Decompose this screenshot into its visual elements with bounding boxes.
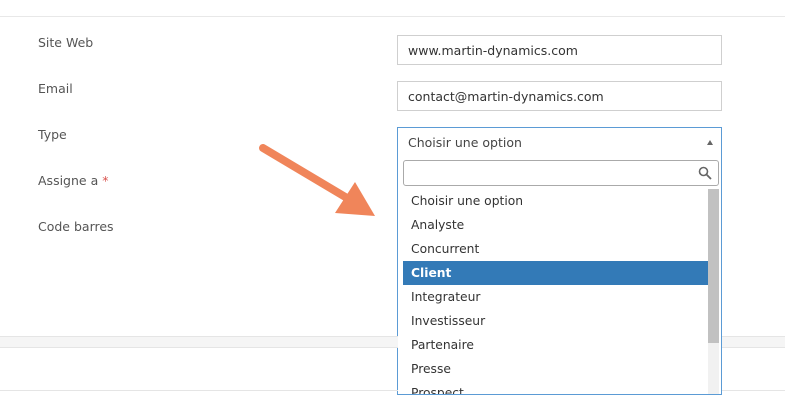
- type-select-value: Choisir une option: [408, 135, 522, 150]
- code-barres-label: Code barres: [38, 219, 114, 234]
- type-select[interactable]: Choisir une option: [397, 127, 722, 158]
- site-web-label: Site Web: [38, 35, 94, 50]
- dropdown-option-highlighted[interactable]: Client: [403, 261, 708, 285]
- bottom-divider-right: [722, 390, 785, 391]
- dropdown-option[interactable]: Analyste: [403, 213, 708, 237]
- top-divider: [0, 16, 785, 17]
- email-label: Email: [38, 81, 73, 96]
- annotation-arrow-icon: [259, 144, 375, 216]
- caret-up-icon: [707, 140, 713, 145]
- dropdown-option[interactable]: Integrateur: [403, 285, 708, 309]
- footer-band-right: [722, 336, 785, 348]
- search-icon: [698, 166, 712, 180]
- dropdown-option[interactable]: Prospect: [403, 381, 708, 394]
- dropdown-search: [403, 160, 719, 186]
- assigne-label: Assigne a *: [38, 173, 108, 188]
- dropdown-scrollbar-track[interactable]: [708, 343, 719, 394]
- type-label: Type: [38, 127, 67, 142]
- required-mark: *: [102, 173, 109, 188]
- dropdown-scrollbar-thumb[interactable]: [708, 189, 719, 343]
- assigne-label-text: Assigne a: [38, 173, 99, 188]
- dropdown-option[interactable]: Presse: [403, 357, 708, 381]
- type-dropdown: Choisir une option Analyste Concurrent C…: [397, 157, 722, 395]
- dropdown-option[interactable]: Choisir une option: [403, 189, 708, 213]
- bottom-divider: [0, 390, 398, 391]
- site-web-input[interactable]: [397, 35, 722, 65]
- dropdown-search-input[interactable]: [404, 161, 718, 185]
- dropdown-option[interactable]: Concurrent: [403, 237, 708, 261]
- dropdown-option[interactable]: Partenaire: [403, 333, 708, 357]
- email-input[interactable]: [397, 81, 722, 111]
- dropdown-option[interactable]: Investisseur: [403, 309, 708, 333]
- dropdown-options: Choisir une option Analyste Concurrent C…: [403, 189, 708, 394]
- footer-band: [0, 336, 398, 348]
